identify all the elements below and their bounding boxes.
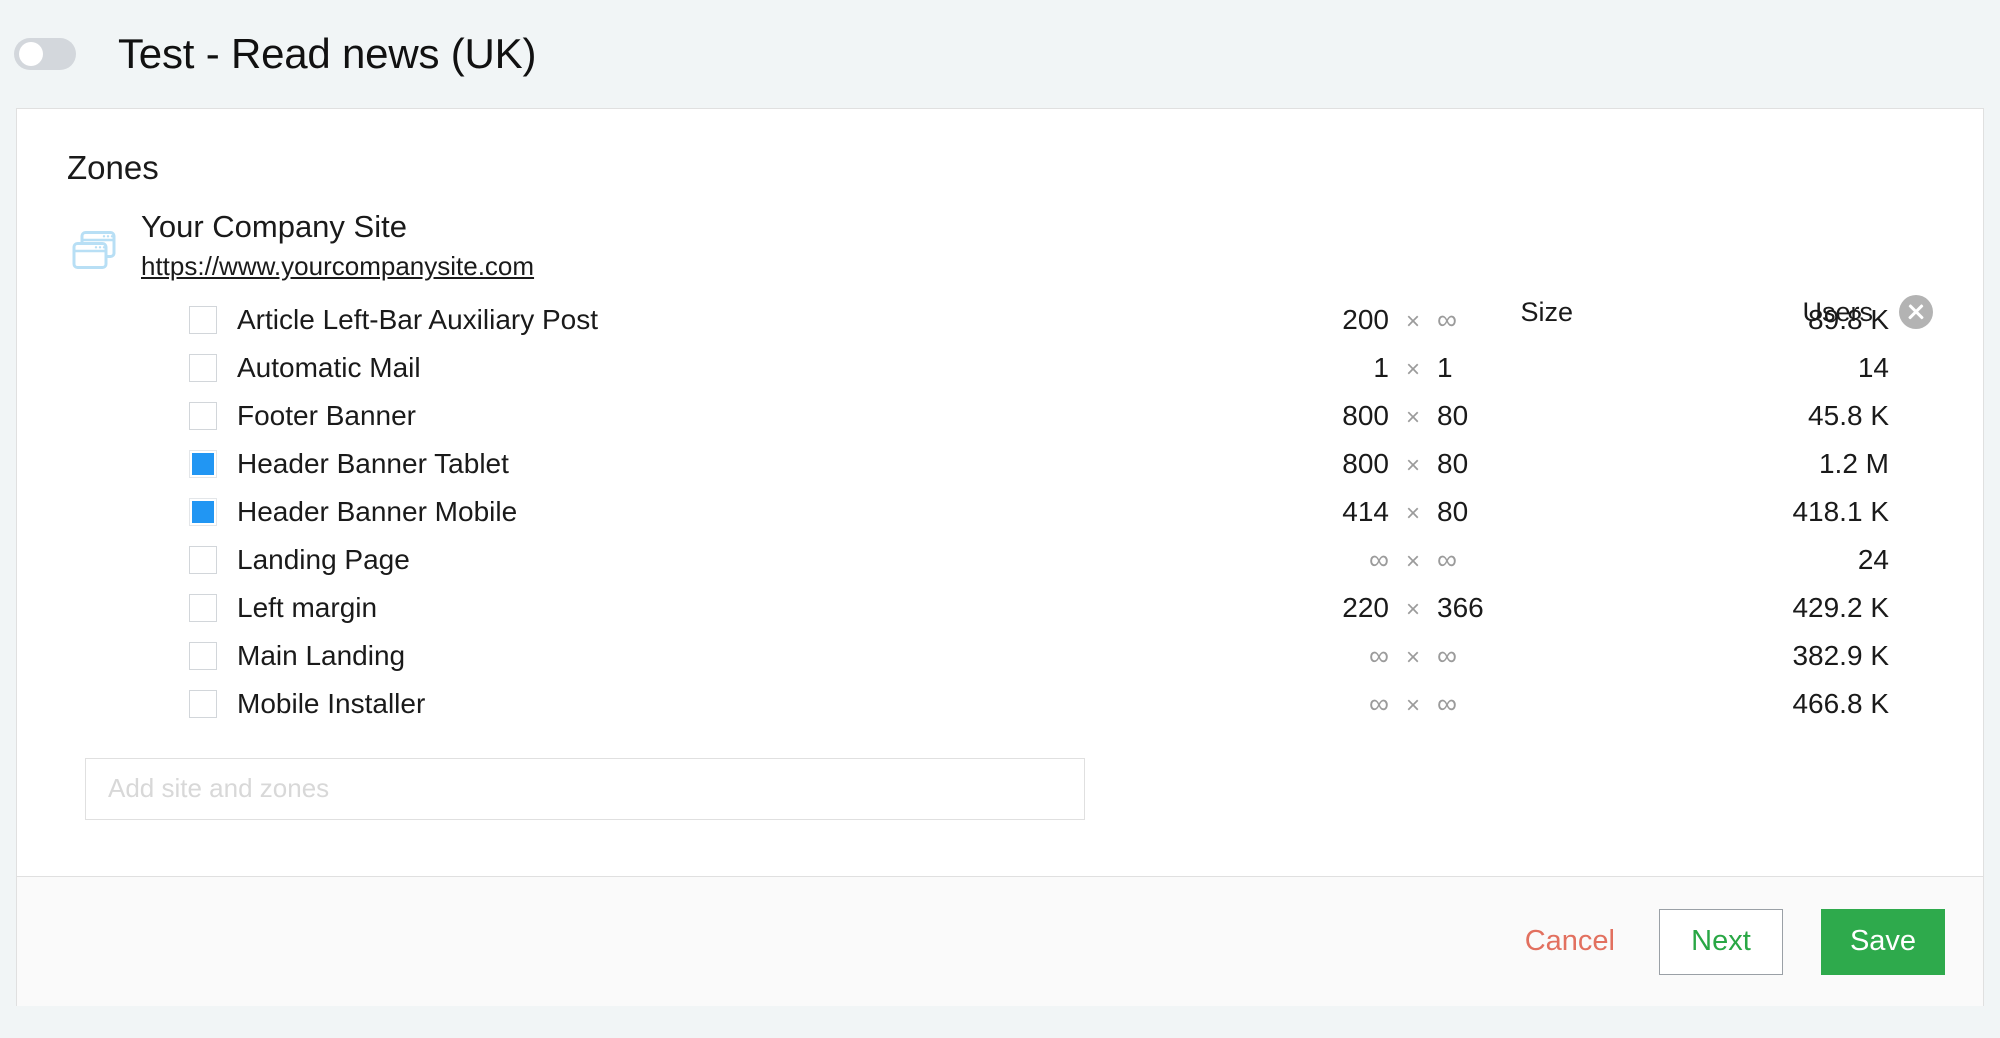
zone-row[interactable]: Header Banner Mobile 414 × 80 418.1 K [67,488,1949,536]
zone-name: Left margin [237,591,378,623]
card-footer: Cancel Next Save [17,876,1983,1006]
size-multiply-icon: × [1405,643,1420,671]
column-header-size: Size [1520,296,1573,327]
zone-users-value: 45.8 K [1808,399,1889,431]
zone-checkbox[interactable] [189,305,217,334]
zone-size-width: 220 [1342,591,1389,623]
zone-size-height: ∞ [1437,543,1457,575]
zone-size-width: ∞ [1369,687,1389,719]
zone-name: Header Banner Mobile [237,495,518,527]
enable-toggle[interactable] [14,38,76,70]
size-multiply-icon: × [1405,499,1420,527]
zones-card: Zones Your Company Site https://www.your… [16,108,1984,1006]
zone-users-value: 14 [1857,351,1889,383]
zone-size-width: 800 [1342,447,1389,479]
zone-size-height: 80 [1437,495,1469,527]
zone-size: 800 × 80 [1289,448,1589,480]
zone-checkbox[interactable] [189,689,217,718]
zone-users-value: 418.1 K [1792,495,1889,527]
zone-checkbox[interactable] [189,641,217,670]
zone-list: Article Left-Bar Auxiliary Post 200 × ∞ 89.8… [51,296,1949,728]
site-name: Your Company Site [141,209,407,244]
zone-row[interactable]: Mobile Installer ∞ × ∞ 466.8 K [67,680,1949,728]
save-button[interactable]: Save [1821,908,1945,975]
zone-name: Mobile Installer [237,687,426,719]
zone-size: 220 × 366 [1289,592,1589,624]
zone-name: Landing Page [237,543,410,575]
column-headers: Size Users [1273,295,1933,329]
zone-size: 414 × 80 [1289,496,1589,528]
zone-size-width: ∞ [1369,639,1389,671]
site-header-row: Your Company Site https://www.yourcompan… [51,209,1949,329]
size-multiply-icon: × [1405,547,1420,575]
zone-checkbox[interactable] [189,401,217,430]
zone-size-height: ∞ [1437,639,1457,671]
add-site-zones-wrap [51,757,1949,820]
size-multiply-icon: × [1405,595,1420,623]
zone-checkbox[interactable] [189,353,217,382]
zone-size-height: 1 [1437,351,1453,383]
zone-checkbox[interactable] [189,497,217,526]
size-multiply-icon: × [1405,403,1420,431]
zone-row[interactable]: Left margin 220 × 366 429.2 K [67,584,1949,632]
zone-size-width: 414 [1342,495,1389,527]
zone-users-value: 1.2 M [1818,447,1889,479]
site-url-link[interactable]: https://www.yourcompanysite.com [141,251,534,282]
zone-name: Header Banner Tablet [237,447,509,479]
column-header-users: Users [1802,296,1873,327]
close-circle-icon[interactable] [1899,295,1933,329]
next-button[interactable]: Next [1659,908,1783,975]
zone-size-height: 366 [1437,591,1484,623]
zone-users-value: 429.2 K [1792,591,1889,623]
zone-size-width: 800 [1342,399,1389,431]
zone-name: Automatic Mail [237,351,421,383]
size-multiply-icon: × [1405,355,1420,383]
zone-row[interactable]: Main Landing ∞ × ∞ 382.9 K [67,632,1949,680]
zone-size-width: 1 [1373,351,1389,383]
zone-checkbox[interactable] [189,593,217,622]
zone-size-width: ∞ [1369,543,1389,575]
zone-size: ∞ × ∞ [1289,688,1589,720]
zone-checkbox[interactable] [189,449,217,478]
zone-size-height: ∞ [1437,687,1457,719]
zone-row[interactable]: Header Banner Tablet 800 × 80 1.2 M [67,440,1949,488]
zone-name: Main Landing [237,639,406,671]
site-meta: Your Company Site https://www.yourcompan… [141,209,534,282]
page-header: Test - Read news (UK) [0,0,2000,108]
zone-size-height: 80 [1437,399,1469,431]
toggle-knob [19,42,43,66]
zone-row[interactable]: Automatic Mail 1 × 1 14 [67,344,1949,392]
zone-checkbox[interactable] [189,545,217,574]
stacked-windows-icon [67,223,121,277]
zones-card-body: Zones Your Company Site https://www.your… [17,109,1983,876]
zone-row[interactable]: Landing Page ∞ × ∞ 24 [67,536,1949,584]
zone-size: 1 × 1 [1289,352,1589,384]
zone-name: Footer Banner [237,399,416,431]
zone-size: ∞ × ∞ [1289,640,1589,672]
zone-size-height: 80 [1437,447,1469,479]
size-multiply-icon: × [1405,451,1420,479]
zone-row[interactable]: Footer Banner 800 × 80 45.8 K [67,392,1949,440]
cancel-button[interactable]: Cancel [1481,925,1659,958]
add-site-and-zones-input[interactable] [85,757,1085,820]
zone-users-value: 24 [1857,543,1889,575]
section-title: Zones [67,149,159,186]
zone-users-value: 466.8 K [1792,687,1889,719]
zone-size: ∞ × ∞ [1289,544,1589,576]
zone-name: Article Left-Bar Auxiliary Post [237,303,599,335]
page-title: Test - Read news (UK) [118,30,537,77]
size-multiply-icon: × [1405,691,1420,719]
zone-users-value: 382.9 K [1792,639,1889,671]
zone-size: 800 × 80 [1289,400,1589,432]
